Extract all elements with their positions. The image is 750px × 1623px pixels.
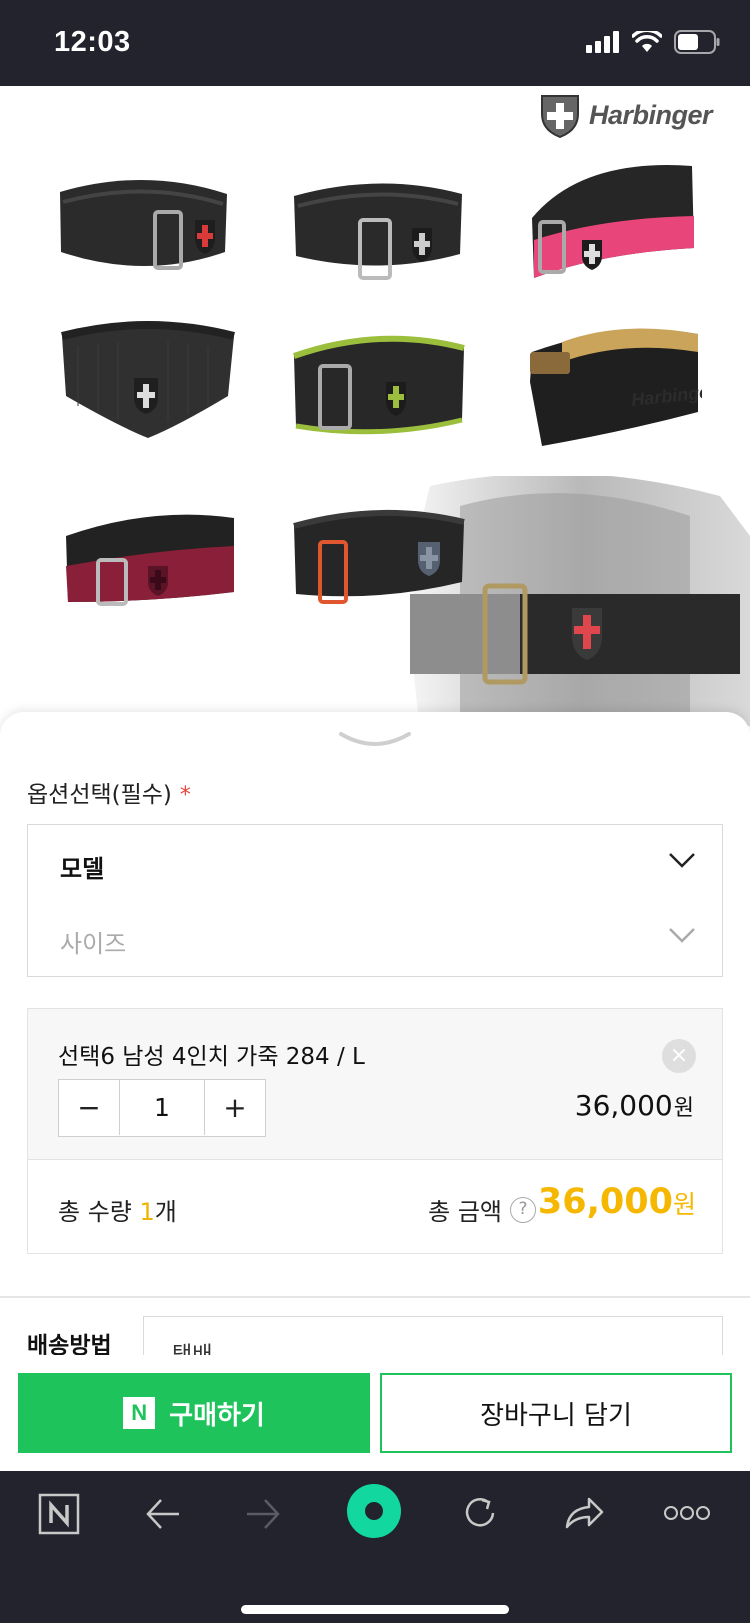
belt-image-5[interactable] [290, 326, 470, 446]
buy-button[interactable]: N 구매하기 [18, 1373, 370, 1453]
size-select[interactable]: 사이즈 [27, 900, 723, 977]
total-row: 총 수량 1개 총 금액 ? 36,000원 [28, 1159, 722, 1253]
total-amount-currency: 원 [672, 1190, 696, 1219]
buy-button-label: 구매하기 [169, 1400, 265, 1431]
total-amount-label-text: 총 금액 [428, 1198, 502, 1226]
quantity-value[interactable]: 1 [119, 1080, 205, 1135]
total-quantity-prefix: 총 수량 [58, 1198, 140, 1226]
status-bar: 12:03 [0, 0, 750, 86]
browser-toolbar [0, 1471, 750, 1623]
brand-logo: Harbinger [539, 92, 713, 138]
help-icon[interactable]: ? [510, 1196, 536, 1223]
total-quantity: 총 수량 1개 [58, 1192, 177, 1227]
selected-option-card: 선택6 남성 4인치 가죽 284 / L × − 1 + 36,000원 총 … [27, 1008, 723, 1254]
naver-pay-badge: N [123, 1397, 156, 1429]
line-price-currency: 원 [673, 1096, 694, 1121]
home-indicator [241, 1605, 509, 1614]
belt-image-7[interactable] [62, 506, 242, 616]
belt-image-1[interactable] [55, 172, 235, 282]
quantity-stepper: − 1 + [58, 1079, 266, 1137]
belt-image-4[interactable] [58, 316, 238, 441]
status-time: 12:03 [54, 26, 131, 58]
belt-image-8[interactable] [290, 502, 470, 612]
chevron-down-icon [669, 853, 695, 868]
status-icons [586, 30, 720, 54]
brand-name: Harbinger [588, 99, 713, 130]
model-select-label: 모델 [60, 855, 105, 883]
product-image: Harbinger Harbinger [0, 86, 750, 726]
chevron-down-icon [669, 928, 695, 943]
remove-option-button[interactable]: × [662, 1039, 696, 1073]
total-quantity-value: 1 [139, 1198, 155, 1226]
action-bar: N 구매하기 장바구니 담기 [0, 1355, 750, 1471]
signal-icon [586, 31, 619, 53]
required-mark: * [179, 783, 191, 808]
belt-image-3[interactable] [522, 158, 702, 288]
more-icon[interactable] [664, 1505, 710, 1521]
close-icon: × [669, 1043, 689, 1068]
forward-icon[interactable] [245, 1497, 281, 1531]
share-icon[interactable] [563, 1495, 605, 1531]
add-to-cart-label: 장바구니 담기 [480, 1400, 632, 1431]
sheet-collapse-handle[interactable] [337, 730, 413, 750]
line-price: 36,000원 [575, 1089, 694, 1122]
belt-image-2[interactable] [290, 172, 470, 282]
line-price-value: 36,000 [574, 1089, 673, 1122]
section-divider [0, 1296, 750, 1298]
add-to-cart-button[interactable]: 장바구니 담기 [380, 1373, 732, 1453]
battery-icon [674, 30, 720, 54]
increase-quantity-button[interactable]: + [205, 1080, 265, 1135]
naver-home-icon[interactable] [38, 1493, 80, 1535]
reload-icon[interactable] [460, 1493, 500, 1533]
green-dot-icon[interactable] [346, 1483, 402, 1539]
wifi-icon [632, 31, 662, 52]
back-icon[interactable] [145, 1497, 181, 1531]
selected-option-name: 선택6 남성 4인치 가죽 284 / L [58, 1044, 365, 1070]
total-amount: 36,000원 [538, 1182, 696, 1222]
option-title-text: 옵션선택(필수) [27, 782, 172, 808]
belt-image-6[interactable]: Harbinger [522, 322, 702, 452]
model-select[interactable]: 모델 [27, 824, 723, 902]
decrease-quantity-button[interactable]: − [59, 1080, 119, 1135]
total-amount-label: 총 금액 ? [428, 1192, 536, 1227]
total-amount-value: 36,000 [537, 1182, 673, 1222]
option-title: 옵션선택(필수) * [27, 775, 191, 809]
harbinger-shield-icon [540, 95, 579, 138]
size-select-label: 사이즈 [60, 930, 127, 958]
total-quantity-suffix: 개 [154, 1198, 177, 1226]
